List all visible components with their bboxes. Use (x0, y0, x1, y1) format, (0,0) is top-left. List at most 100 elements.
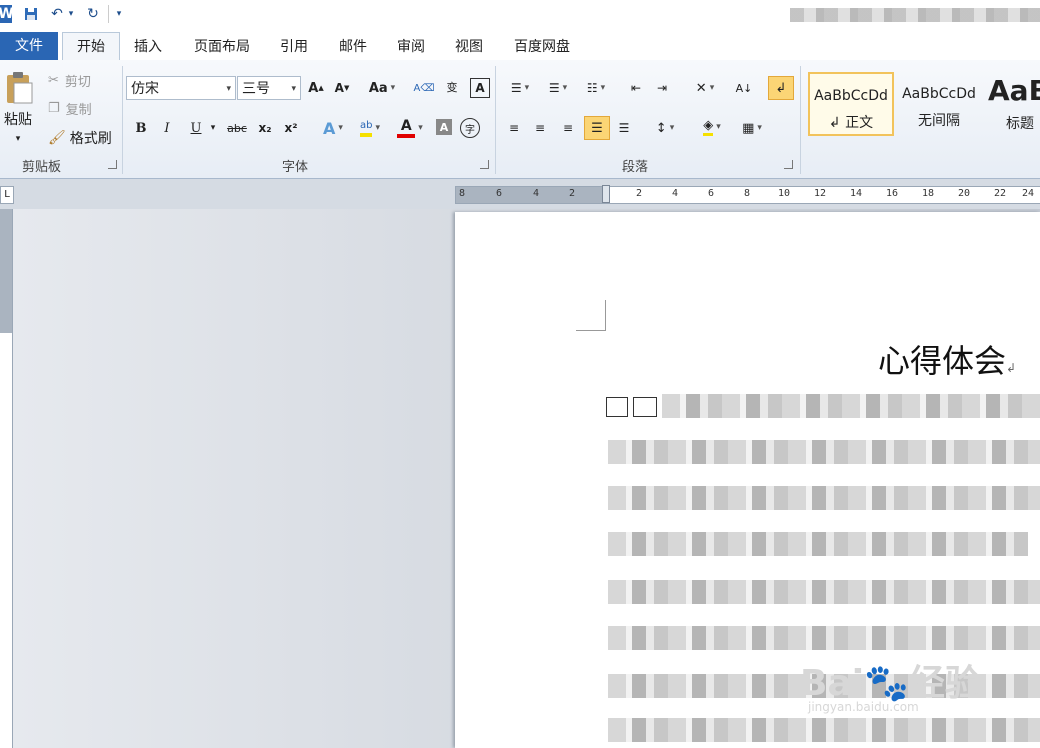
justify-icon[interactable]: ☰ (584, 116, 610, 140)
tab-page-layout[interactable]: 页面布局 (182, 34, 262, 60)
shading-button[interactable]: ◈ ▾ (694, 116, 730, 138)
text-effects-button[interactable]: A ▾ (318, 118, 348, 138)
horizontal-ruler[interactable]: 8 6 4 2 2 4 6 8 10 12 14 16 18 20 22 24 (455, 185, 1040, 204)
baidu-watermark-logo: Bai🐾经验 (800, 663, 981, 704)
copy-button[interactable]: ❐ 复制 (48, 98, 108, 118)
blurred-text-line (608, 532, 1028, 556)
baidu-watermark-url: jingyan.baidu.com (808, 700, 919, 714)
phonetic-guide-icon[interactable]: 变 (440, 76, 464, 98)
blurred-text-line (608, 580, 1040, 604)
highlight-button[interactable]: ab ▾ (352, 116, 388, 140)
tab-view[interactable]: 视图 (444, 34, 494, 60)
redo-icon[interactable]: ↻ (84, 5, 102, 23)
tab-references[interactable]: 引用 (270, 34, 318, 60)
superscript-button[interactable]: x² (280, 118, 302, 138)
tab-file[interactable]: 文件 (0, 32, 58, 60)
line-spacing-button[interactable]: ↕ ▾ (648, 118, 682, 138)
clear-format-icon[interactable]: A⌫ (414, 78, 435, 98)
underline-dropdown-icon[interactable]: ▾ (208, 118, 218, 138)
numbering-button[interactable]: ☰ ▾ (542, 78, 574, 98)
paragraph-launcher-icon[interactable] (784, 160, 793, 169)
change-case-button[interactable]: Aa ▾ (366, 78, 398, 98)
ruler-number: 18 (922, 188, 935, 199)
style-heading[interactable]: AaB 标题 (984, 72, 1040, 136)
font-size-combo[interactable]: 三号 ▾ (237, 76, 301, 100)
numbering-icon: ☰ (548, 81, 560, 95)
undo-dropdown-icon[interactable]: ▾ (66, 5, 76, 23)
text-effects-icon: A (323, 118, 336, 138)
sort-icon[interactable]: A↓ (734, 78, 754, 98)
underline-button[interactable]: U (186, 118, 206, 138)
paste-button[interactable]: 粘贴 (0, 110, 36, 128)
document-title-text: 心得体会 (878, 342, 1007, 380)
bold-button[interactable]: B (132, 118, 150, 138)
cut-label: 剪切 (64, 74, 91, 90)
cut-button[interactable]: ✂ 剪切 (48, 70, 108, 90)
border-icon: ▦ (742, 120, 755, 136)
paste-icon[interactable] (0, 68, 38, 108)
align-right-icon[interactable]: ≡ (558, 118, 578, 138)
strikethrough-button[interactable]: abc (224, 118, 250, 138)
ruler-number: 12 (814, 188, 827, 199)
show-marks-icon[interactable]: ↲ (768, 76, 794, 100)
undo-icon[interactable]: ↶ (48, 5, 66, 23)
tab-baidu-netdisk[interactable]: 百度网盘 (502, 34, 582, 60)
tab-mailings[interactable]: 邮件 (328, 34, 378, 60)
style-no-spacing-name: 无间隔 (918, 113, 960, 129)
font-color-button[interactable]: A ▾ (392, 116, 428, 140)
style-heading-preview: AaB (988, 74, 1040, 107)
margin-corner-mark (576, 300, 606, 331)
save-icon[interactable] (22, 5, 40, 23)
document-title[interactable]: 心得体会↲ (878, 336, 1016, 382)
align-left-icon[interactable]: ≡ (504, 118, 524, 138)
blurred-text-line (608, 486, 1040, 510)
blurred-text-line (608, 626, 1040, 650)
paste-dropdown-icon[interactable]: ▾ (6, 132, 30, 146)
chinese-layout-button[interactable]: ✕ ▾ (688, 78, 722, 98)
bullets-button[interactable]: ☰ ▾ (504, 78, 536, 98)
font-name-combo[interactable]: 仿宋 ▾ (126, 76, 236, 100)
shrink-font-icon[interactable]: A ▼ (332, 78, 352, 98)
bullets-icon: ☰ (510, 81, 522, 95)
increase-indent-icon[interactable]: ⇥ (652, 78, 672, 98)
distribute-icon[interactable]: ☰ (614, 118, 634, 138)
ruler-number: 4 (672, 188, 679, 199)
ruler-number: 8 (744, 188, 751, 199)
ruler-number: 6 (496, 188, 503, 199)
ribbon-home: 粘贴 ▾ ✂ 剪切 ❐ 复制 🖌 格式刷 剪贴板 仿宋 ▾ 三号 ▾ A ▲ A ▼ Aa ▾ … (0, 60, 1040, 179)
paint-bucket-icon: ◈ (703, 118, 714, 136)
blurred-text-line (608, 718, 1040, 742)
ruler-number: 22 (994, 188, 1007, 199)
clipboard-launcher-icon[interactable] (108, 160, 117, 169)
italic-button[interactable]: I (158, 118, 176, 138)
multilevel-list-icon: ☷ (586, 81, 598, 95)
vertical-ruler[interactable] (0, 209, 13, 748)
ruler-number: 14 (850, 188, 863, 199)
font-launcher-icon[interactable] (480, 160, 489, 169)
char-border-icon[interactable]: A (470, 78, 490, 98)
tab-home[interactable]: 开始 (62, 32, 120, 61)
blurred-text-line (608, 440, 1040, 464)
style-no-spacing[interactable]: AaBbCcDd 无间隔 (898, 72, 980, 136)
style-normal[interactable]: AaBbCcDd ↲ 正文 (808, 72, 894, 136)
format-painter-button[interactable]: 🖌 格式刷 (48, 128, 118, 148)
indent-marker-icon[interactable] (602, 185, 610, 203)
chevron-down-icon[interactable]: ▾ (291, 77, 296, 101)
style-no-spacing-preview: AaBbCcDd (902, 86, 976, 102)
highlight-icon: ab (359, 119, 373, 137)
char-shading-icon[interactable]: A (436, 119, 452, 135)
customize-toolbar-icon[interactable]: ▾ (114, 5, 124, 23)
align-center-icon[interactable]: ≡ (530, 118, 550, 138)
ruler-number: 24 (1022, 188, 1035, 199)
tab-insert[interactable]: 插入 (124, 34, 172, 60)
multilevel-list-button[interactable]: ☷ ▾ (580, 78, 612, 98)
borders-button[interactable]: ▦ ▾ (736, 118, 768, 138)
enclose-char-icon[interactable]: 字 (460, 118, 480, 138)
grow-font-icon[interactable]: A ▲ (306, 78, 326, 98)
tab-review[interactable]: 审阅 (386, 34, 436, 60)
decrease-indent-icon[interactable]: ⇤ (626, 78, 646, 98)
window-title-blurred (790, 8, 1040, 22)
subscript-button[interactable]: x₂ (254, 118, 276, 138)
tab-selector[interactable]: L (0, 186, 14, 204)
chevron-down-icon[interactable]: ▾ (226, 77, 231, 101)
